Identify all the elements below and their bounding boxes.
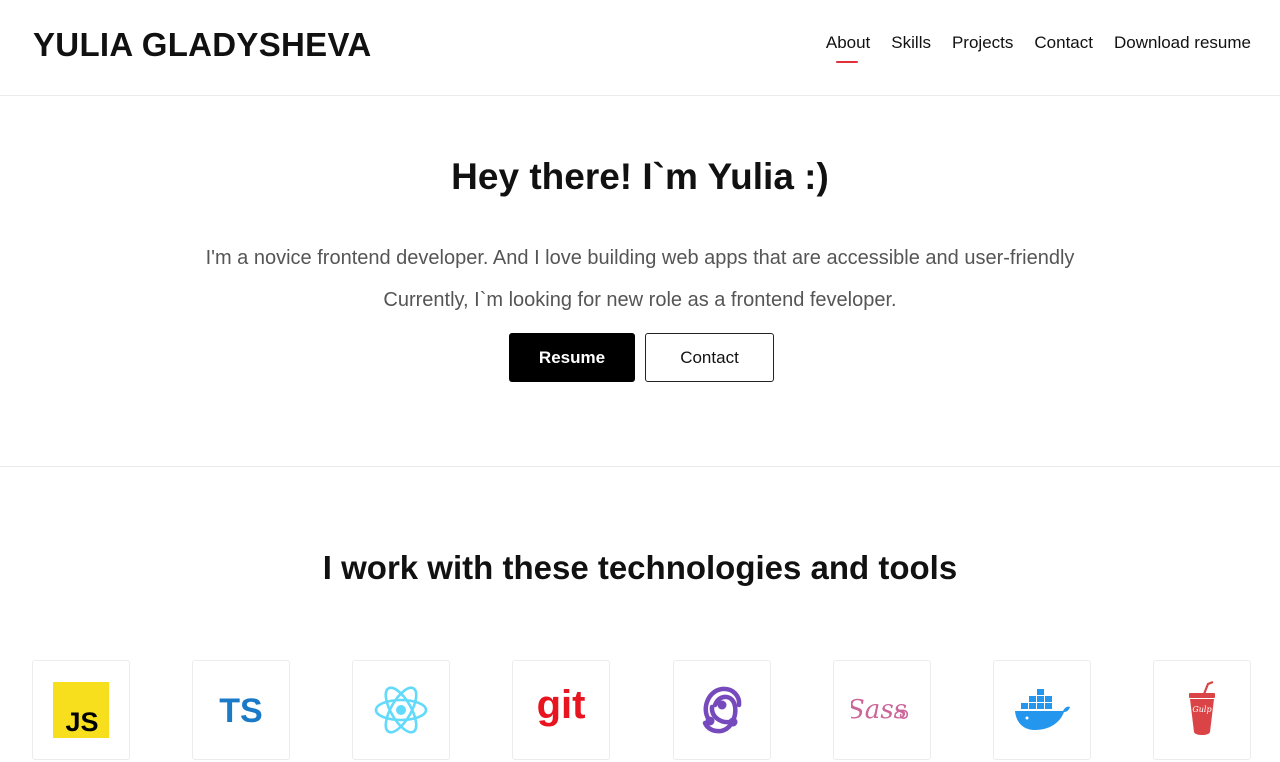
git-icon-text: git xyxy=(537,683,586,727)
tool-card-redux xyxy=(673,660,771,760)
tool-card-sass: Sass xyxy=(833,660,931,760)
nav-about[interactable]: About xyxy=(826,33,870,63)
resume-button[interactable]: Resume xyxy=(509,333,635,382)
tool-card-gulp: Gulp xyxy=(1153,660,1251,760)
skills-title: I work with these technologies and tools xyxy=(322,549,958,586)
gulp-icon-text: Gulp xyxy=(1192,705,1211,714)
sass-icon: Sass xyxy=(851,695,909,725)
nav-projects[interactable]: Projects xyxy=(952,33,1013,53)
hero-intro: I'm a novice frontend developer. And I l… xyxy=(205,247,1075,269)
nav-skills[interactable]: Skills xyxy=(891,33,931,53)
nav-contact[interactable]: Contact xyxy=(1034,33,1093,53)
git-icon: git xyxy=(537,683,586,727)
javascript-icon: JS xyxy=(53,682,109,738)
main-nav: About Skills Projects Contact Download r… xyxy=(826,33,1251,63)
javascript-icon-text: JS xyxy=(65,707,98,737)
tool-card-javascript: JS xyxy=(32,660,130,760)
tool-card-docker xyxy=(993,660,1091,760)
redux-icon xyxy=(702,686,742,734)
react-icon xyxy=(374,686,428,734)
tool-card-typescript: TS xyxy=(192,660,290,760)
contact-button[interactable]: Contact xyxy=(645,333,774,382)
hero-title: Hey there! I`m Yulia :) xyxy=(451,156,829,197)
gulp-icon: Gulp xyxy=(1189,680,1215,735)
typescript-icon: TS xyxy=(219,692,262,730)
tool-card-react xyxy=(352,660,450,760)
tool-card-git: git xyxy=(512,660,610,760)
typescript-icon-text: TS xyxy=(219,692,262,730)
docker-icon xyxy=(1015,689,1070,730)
hero-section: Hey there! I`m Yulia :) I'm a novice fro… xyxy=(0,96,1280,467)
hero-status: Currently, I`m looking for new role as a… xyxy=(383,289,897,311)
site-header: YULIA GLADYSHEVA About Skills Projects C… xyxy=(0,0,1280,96)
sass-icon-text: Sass xyxy=(851,695,907,725)
nav-download-resume[interactable]: Download resume xyxy=(1114,33,1251,53)
site-logo[interactable]: YULIA GLADYSHEVA xyxy=(33,26,372,64)
